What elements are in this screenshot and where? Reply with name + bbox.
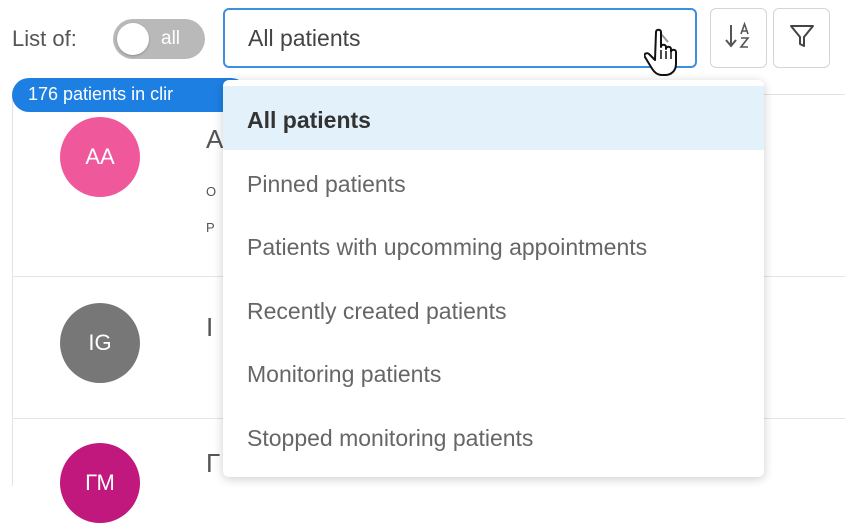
patient-detail: O [206,184,217,199]
patient-count-badge: 176 patients in clir [12,78,248,112]
patient-name[interactable]: Г [206,448,220,479]
all-toggle[interactable]: all [113,19,205,59]
patient-name[interactable]: A [206,124,223,155]
toggle-knob[interactable] [117,23,149,55]
dropdown-option-all[interactable]: All patients [223,86,764,150]
dropdown-option-stopped[interactable]: Stopped monitoring patients [223,404,764,468]
dropdown-option-recent[interactable]: Recently created patients [223,277,764,341]
avatar: IG [60,303,140,383]
patient-detail: P [206,220,215,235]
filter-button[interactable] [773,8,830,68]
avatar: AA [60,117,140,197]
sort-button[interactable] [710,8,767,68]
list-of-label: List of: [12,26,77,51]
patient-list-select[interactable]: All patients [223,8,697,68]
dropdown-option-pinned[interactable]: Pinned patients [223,150,764,214]
toggle-label: all [161,28,181,49]
avatar: ГМ [60,443,140,523]
dropdown-option-monitoring[interactable]: Monitoring patients [223,340,764,404]
filter-icon [788,22,816,55]
patient-list-dropdown: All patients Pinned patients Patients wi… [223,80,764,477]
select-value: All patients [248,25,361,51]
patient-name[interactable]: I [206,312,213,343]
hand-cursor-icon [643,28,680,83]
sort-alpha-icon [724,21,754,56]
dropdown-option-upcoming[interactable]: Patients with upcomming appointments [223,213,764,277]
